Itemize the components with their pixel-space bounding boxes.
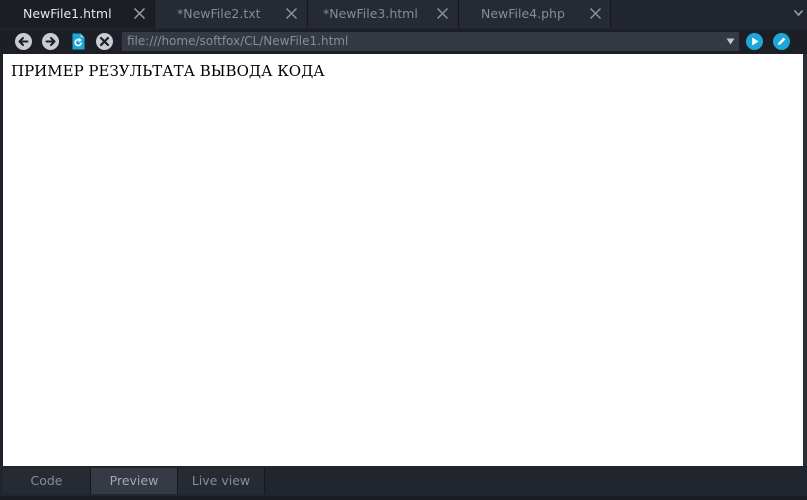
tab-list-chevron-icon[interactable] [793, 8, 804, 18]
file-tab-bar: NewFile1.html *NewFile2.txt *NewFile3.ht… [0, 0, 807, 30]
tab-newfile1[interactable]: NewFile1.html [0, 0, 155, 28]
run-button[interactable] [745, 32, 764, 51]
pencil-icon [773, 33, 790, 50]
edit-button[interactable] [772, 32, 791, 51]
document-refresh-icon [72, 33, 85, 50]
tab-newfile4[interactable]: NewFile4.php [459, 0, 611, 28]
tab-live-view[interactable]: Live view [178, 468, 265, 494]
view-mode-bar: Code Preview Live view [0, 466, 807, 500]
forward-button[interactable] [41, 32, 60, 51]
tab-label: NewFile4.php [481, 6, 565, 21]
preview-toolbar [0, 29, 807, 54]
url-input[interactable] [122, 32, 718, 51]
editor-window: NewFile1.html *NewFile2.txt *NewFile3.ht… [0, 0, 807, 500]
arrow-left-icon [15, 33, 32, 50]
close-icon[interactable] [285, 7, 298, 20]
chevron-down-icon[interactable] [726, 38, 735, 45]
preview-content: ПРИМЕР РЕЗУЛЬТАТА ВЫВОДА КОДА [3, 54, 803, 466]
tab-newfile3[interactable]: *NewFile3.html [308, 0, 459, 28]
play-icon [746, 33, 763, 50]
tab-newfile2[interactable]: *NewFile2.txt [155, 0, 308, 28]
preview-frame-edge [803, 54, 807, 466]
close-icon[interactable] [133, 7, 146, 20]
tab-code[interactable]: Code [3, 468, 91, 494]
close-icon[interactable] [589, 7, 602, 20]
tab-label: NewFile1.html [23, 6, 112, 21]
tab-preview[interactable]: Preview [91, 468, 178, 494]
stop-x-icon [96, 33, 113, 50]
preview-output-text: ПРИМЕР РЕЗУЛЬТАТА ВЫВОДА КОДА [11, 62, 325, 80]
url-bar [122, 32, 739, 51]
status-strip [0, 496, 807, 500]
tab-label: *NewFile3.html [323, 6, 418, 21]
close-icon[interactable] [436, 7, 449, 20]
back-button[interactable] [14, 32, 33, 51]
reload-button[interactable] [69, 32, 88, 51]
stop-button[interactable] [95, 32, 114, 51]
arrow-right-icon [42, 33, 59, 50]
tab-label: *NewFile2.txt [177, 6, 261, 21]
